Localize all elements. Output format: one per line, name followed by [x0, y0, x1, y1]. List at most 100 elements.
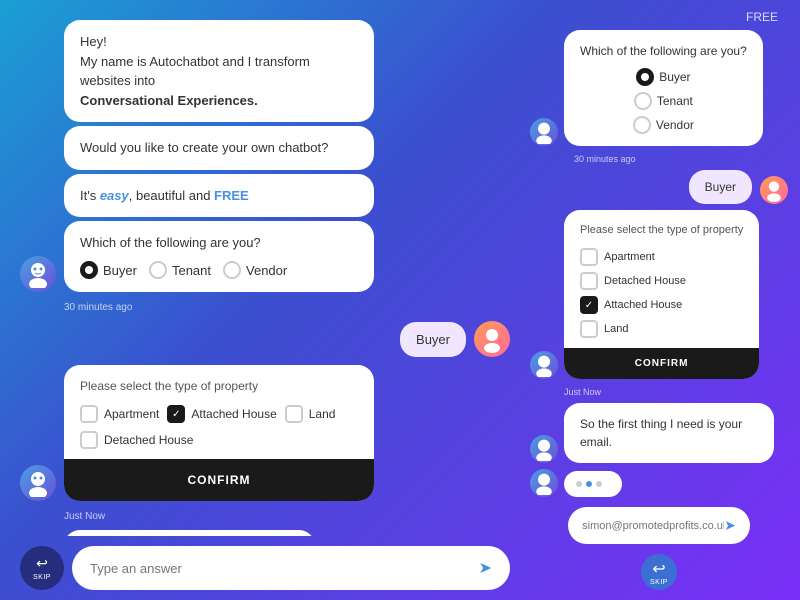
right-radio-vendor[interactable]: Vendor [633, 116, 694, 134]
right-user-avatar [760, 176, 788, 204]
bot-avatar-2 [20, 465, 56, 501]
bot-avatar-icon [24, 260, 52, 288]
attached-box[interactable]: ✓ [167, 405, 185, 423]
confirm-button[interactable]: CONFIRM [64, 459, 374, 501]
bot-avatar [20, 256, 56, 292]
apartment-label: Apartment [104, 407, 159, 421]
right-which-bubble: Which of the following are you? Buyer Te… [564, 30, 763, 146]
right-attached-box[interactable]: ✓ [580, 296, 598, 314]
right-tenant-circle[interactable] [634, 92, 652, 110]
right-bot-avatar [530, 118, 558, 146]
right-user-bubble: Buyer [689, 170, 752, 204]
attached-label: Attached House [191, 407, 276, 421]
right-bot-icon-4 [532, 471, 556, 495]
right-checkbox-apartment[interactable]: Apartment [580, 248, 743, 266]
land-box[interactable] [285, 405, 303, 423]
right-property-row: Please select the type of property Apart… [530, 210, 788, 379]
right-skip-label: SKIP [650, 579, 668, 586]
right-property-card: Please select the type of property Apart… [564, 210, 759, 379]
right-detached-box[interactable] [580, 272, 598, 290]
checkbox-apartment[interactable]: Apartment [80, 405, 159, 423]
right-land-box[interactable] [580, 320, 598, 338]
right-bot-icon-2 [532, 353, 556, 377]
email-field[interactable] [582, 520, 724, 532]
intro-text: Hey! My name is Autochatbot and I transf… [80, 32, 358, 110]
radio-vendor[interactable]: Vendor [223, 261, 287, 281]
checkbox-attached[interactable]: ✓ Attached House [167, 405, 276, 423]
send-icon[interactable]: ➤ [479, 558, 492, 578]
right-skip-button[interactable]: ↩ SKIP [641, 554, 677, 590]
property-card: Please select the type of property Apart… [64, 365, 374, 501]
right-dot-2 [586, 481, 592, 487]
tenant-radio-circle[interactable] [149, 261, 167, 279]
radio-tenant[interactable]: Tenant [149, 261, 211, 281]
right-radio-tenant[interactable]: Tenant [634, 92, 693, 110]
answer-input[interactable] [90, 561, 479, 576]
easy-free-bubble: It's easy, beautiful and FREE [64, 174, 374, 218]
right-typing-row [530, 469, 788, 497]
land-label: Land [309, 407, 336, 421]
right-checkbox-land[interactable]: Land [580, 320, 743, 338]
user-avatar [474, 321, 510, 357]
checkbox-group[interactable]: Apartment ✓ Attached House Land Deta [80, 405, 358, 449]
buyer-radio-circle[interactable] [80, 261, 98, 279]
timestamp-1: 30 minutes ago [64, 302, 510, 313]
right-checkbox-group[interactable]: Apartment Detached House ✓ Attached Hous… [580, 248, 743, 338]
right-radio-group[interactable]: Buyer Tenant Vendor [580, 68, 747, 134]
right-email-row: So the first thing I need is your email. [530, 403, 788, 463]
skip-button[interactable]: ↩ SKIP [20, 546, 64, 590]
which-question: Which of the following are you? [80, 233, 358, 253]
right-vendor-circle[interactable] [633, 116, 651, 134]
right-radio-buyer[interactable]: Buyer [636, 68, 690, 86]
property-card-title: Please select the type of property [80, 379, 358, 393]
radio-group[interactable]: Buyer Tenant Vendor [80, 261, 358, 281]
free-label: FREE [530, 10, 788, 24]
radio-buyer[interactable]: Buyer [80, 261, 137, 281]
intro-bubble: Hey! My name is Autochatbot and I transf… [64, 20, 374, 122]
user-reply-row: Buyer [20, 321, 510, 357]
right-apartment-box[interactable] [580, 248, 598, 266]
right-dot-3 [596, 481, 602, 487]
apartment-box[interactable] [80, 405, 98, 423]
property-card-body: Please select the type of property Apart… [64, 365, 374, 459]
right-confirm-button[interactable]: CONFIRM [564, 348, 759, 379]
right-bot-icon-3 [532, 437, 556, 461]
right-buyer-label: Buyer [659, 68, 690, 86]
right-which-row: Which of the following are you? Buyer Te… [530, 30, 788, 146]
checkbox-land[interactable]: Land [285, 405, 336, 423]
buyer-label: Buyer [103, 261, 137, 281]
property-card-row: Please select the type of property Apart… [20, 365, 510, 501]
chatbot-question-bubble: Would you like to create your own chatbo… [64, 126, 374, 170]
detached-box[interactable] [80, 431, 98, 449]
just-now-label: Just Now [64, 511, 510, 522]
right-attached-label: Attached House [604, 299, 682, 311]
right-user-icon [762, 178, 786, 202]
right-bot-avatar-3 [530, 435, 558, 463]
chat-messages: Hey! My name is Autochatbot and I transf… [20, 20, 510, 536]
right-bot-avatar-2 [530, 351, 558, 379]
vendor-radio-circle[interactable] [223, 261, 241, 279]
right-dot-1 [576, 481, 582, 487]
right-checkbox-attached[interactable]: ✓ Attached House [580, 296, 743, 314]
right-property-body: Please select the type of property Apart… [564, 210, 759, 348]
free-text: FREE [214, 188, 249, 203]
easy-text: easy [100, 188, 129, 203]
right-bot-avatar-4 [530, 469, 558, 497]
tenant-label: Tenant [172, 261, 211, 281]
right-panel: FREE Which of the following are you? Buy… [530, 0, 800, 600]
right-timestamp: 30 minutes ago [574, 154, 788, 164]
right-buyer-circle[interactable] [636, 68, 654, 86]
checkbox-detached[interactable]: Detached House [80, 431, 193, 449]
right-checkbox-detached[interactable]: Detached House [580, 272, 743, 290]
right-just-now: Just Now [564, 387, 788, 397]
right-which-question: Which of the following are you? [580, 42, 747, 60]
right-land-label: Land [604, 323, 628, 335]
right-email-input[interactable]: ➤ [568, 507, 750, 544]
right-send-icon[interactable]: ➤ [724, 517, 736, 534]
right-email-bubble: So the first thing I need is your email. [564, 403, 774, 463]
right-bot-icon [532, 120, 556, 144]
text-input-container[interactable]: ➤ [72, 546, 510, 590]
email-msg-row: So the first thing I need is your email. [20, 530, 510, 536]
right-user-row: Buyer [530, 170, 788, 204]
input-area: ↩ SKIP ➤ [20, 546, 510, 590]
